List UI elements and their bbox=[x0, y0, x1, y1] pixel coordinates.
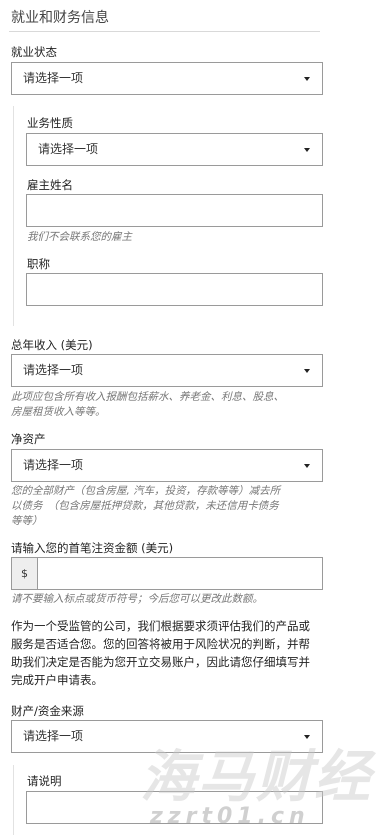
annual-income-select[interactable]: 请选择一项 bbox=[11, 354, 323, 387]
net-worth-select[interactable]: 请选择一项 bbox=[11, 449, 323, 482]
initial-deposit-label: 请输入您的首笔注资金额 (美元) bbox=[11, 541, 174, 555]
currency-addon: $ bbox=[11, 557, 38, 590]
annual-income-hint-2: 房屋租赁收入等等。 bbox=[11, 406, 106, 418]
section-title: 就业和财务信息 bbox=[11, 10, 109, 26]
employer-name-input[interactable] bbox=[26, 194, 323, 227]
subsection-indent-rule bbox=[13, 765, 14, 835]
funds-source-value: 请选择一项 bbox=[23, 729, 84, 743]
business-nature-value: 请选择一项 bbox=[38, 142, 99, 156]
caret-down-icon bbox=[304, 148, 310, 152]
caret-down-icon bbox=[304, 77, 310, 81]
funds-source-label: 财产/资金来源 bbox=[11, 704, 84, 718]
watermark-url-text: zzrt01.cn bbox=[150, 804, 310, 829]
disclaimer-line-2: 服务是否适合您。您的回答将被用于风险状况的判断，并帮 bbox=[11, 637, 310, 651]
net-worth-hint-3: 等等） bbox=[11, 515, 43, 527]
annual-income-label: 总年收入 (美元) bbox=[11, 338, 93, 352]
employer-name-hint: 我们不会联系您的雇主 bbox=[27, 231, 132, 243]
business-nature-select[interactable]: 请选择一项 bbox=[26, 133, 323, 166]
disclaimer-line-4: 完成开户申请表。 bbox=[11, 673, 103, 687]
subsection-indent-rule bbox=[13, 106, 14, 326]
annual-income-value: 请选择一项 bbox=[23, 363, 84, 377]
caret-down-icon bbox=[304, 464, 310, 468]
annual-income-hint-1: 此项应包含所有收入报酬包括薪水、养老金、利息、股息、 bbox=[11, 391, 284, 403]
disclaimer-line-1: 作为一个受监管的公司，我们根据要求须评估我们的产品或 bbox=[11, 619, 310, 633]
explain-label: 请说明 bbox=[27, 774, 62, 788]
initial-deposit-input[interactable] bbox=[37, 557, 323, 590]
employment-status-select[interactable]: 请选择一项 bbox=[11, 62, 323, 95]
watermark-logo-text: 海马财经 bbox=[140, 745, 372, 810]
net-worth-hint-1: 您的全部财产（包含房屋, 汽车，投资，存款等等）减去所 bbox=[11, 485, 281, 497]
employment-status-label: 就业状态 bbox=[11, 45, 57, 59]
initial-deposit-hint: 请不要输入标点或货币符号；今后您可以更改此数额。 bbox=[11, 593, 263, 605]
business-nature-label: 业务性质 bbox=[27, 116, 73, 130]
job-title-input[interactable] bbox=[26, 273, 323, 306]
caret-down-icon bbox=[304, 369, 310, 373]
employer-name-label: 雇主姓名 bbox=[27, 178, 73, 192]
net-worth-label: 净资产 bbox=[11, 432, 46, 446]
job-title-label: 职称 bbox=[27, 257, 50, 271]
disclaimer-line-3: 助我们决定是否能为您开立交易账户，因此请您仔细填写并 bbox=[11, 655, 310, 669]
net-worth-hint-2: 以债务 （包含房屋抵押贷款，其他贷款，未还信用卡债务 bbox=[11, 500, 279, 512]
net-worth-value: 请选择一项 bbox=[23, 458, 84, 472]
section-divider bbox=[9, 31, 320, 32]
employment-status-value: 请选择一项 bbox=[23, 71, 84, 85]
